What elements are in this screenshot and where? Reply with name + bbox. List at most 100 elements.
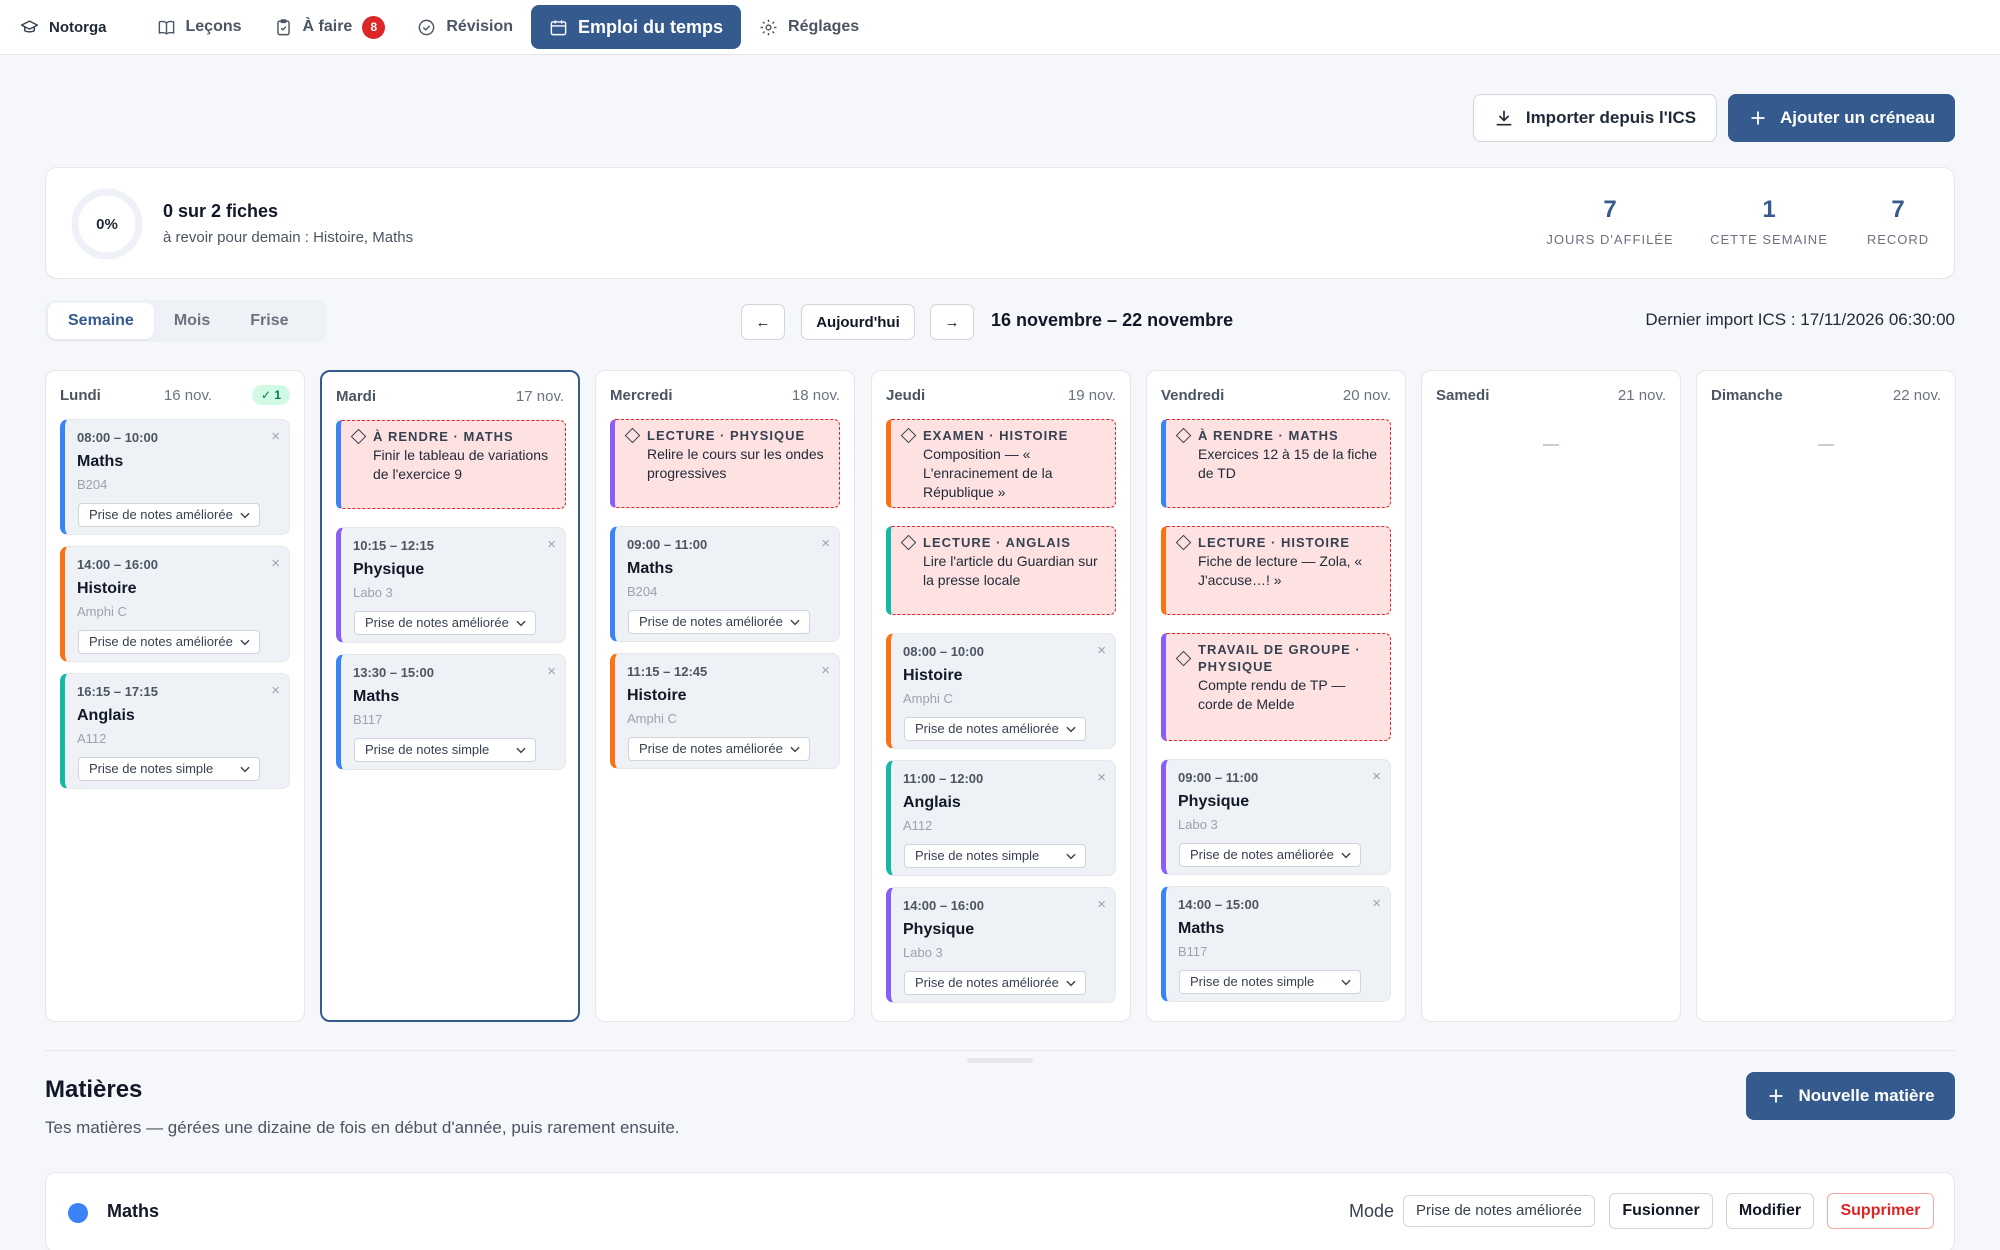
nav-reglages[interactable]: Réglages bbox=[745, 5, 873, 49]
edit-subject-button[interactable]: Modifier bbox=[1726, 1193, 1814, 1229]
slot-time: 09:00 – 11:00 bbox=[1178, 770, 1259, 785]
slot-mode-value: Prise de notes simple bbox=[1190, 974, 1315, 989]
close-icon[interactable]: × bbox=[1097, 642, 1106, 659]
task-description: Exercices 12 à 15 de la fiche de TD bbox=[1198, 446, 1377, 481]
timetable-slot[interactable]: 09:00 – 11:00 Maths B204 × Prise de notes am… bbox=[610, 526, 840, 642]
nav-emploi-du-temps[interactable]: Emploi du temps bbox=[531, 5, 742, 49]
day-column-jeudi: Jeudi 19 nov. EXAMEN · HISTOIRE Composition… bbox=[871, 370, 1131, 1022]
slot-room: A112 bbox=[77, 731, 107, 746]
timetable-slot[interactable]: 08:00 – 10:00 Histoire Amphi C × Prise de no… bbox=[886, 633, 1116, 749]
gear-icon bbox=[760, 19, 777, 35]
brand[interactable]: Notorga bbox=[18, 5, 121, 49]
slot-mode-select[interactable]: Prise de notes améliorée bbox=[628, 737, 810, 761]
nav-revision[interactable]: Révision bbox=[403, 5, 527, 49]
slot-mode-select[interactable]: Prise de notes améliorée bbox=[1179, 843, 1361, 867]
slot-mode-select[interactable]: Prise de notes améliorée bbox=[354, 611, 536, 635]
timetable-slot[interactable]: 08:00 – 10:00 Maths B204 × Prise de notes am… bbox=[60, 419, 290, 535]
due-task-card[interactable]: EXAMEN · HISTOIRE Composition — « L'enrac… bbox=[886, 419, 1116, 508]
timetable-slot[interactable]: 11:15 – 12:45 Histoire Amphi C × Prise de no… bbox=[610, 653, 840, 769]
chevron-down-icon bbox=[1066, 980, 1076, 987]
close-icon[interactable]: × bbox=[821, 662, 830, 679]
timetable-slot[interactable]: 16:15 – 17:15 Anglais A112 × Prise de notes … bbox=[60, 673, 290, 789]
resize-handle[interactable] bbox=[967, 1058, 1033, 1063]
day-column-mercredi: Mercredi 18 nov. LECTURE · PHYSIQUE Relire … bbox=[595, 370, 855, 1022]
prev-week-button[interactable]: ← bbox=[741, 304, 785, 340]
task-kind-label: À RENDRE · MATHS bbox=[373, 429, 514, 444]
close-icon[interactable]: × bbox=[1372, 768, 1381, 785]
day-header: Jeudi 19 nov. bbox=[886, 387, 1116, 404]
slot-mode-select[interactable]: Prise de notes simple bbox=[1179, 970, 1361, 994]
timetable-slot[interactable]: 14:00 – 16:00 Physique Labo 3 × Prise de not… bbox=[886, 887, 1116, 1003]
slot-subject: Maths bbox=[627, 560, 674, 577]
nav-a-faire-label: À faire bbox=[302, 18, 353, 35]
slot-time: 08:00 – 10:00 bbox=[903, 644, 984, 659]
slot-mode-select[interactable]: Prise de notes simple bbox=[354, 738, 536, 762]
delete-subject-button[interactable]: Supprimer bbox=[1827, 1193, 1934, 1229]
task-kind-label: EXAMEN · HISTOIRE bbox=[923, 428, 1069, 443]
day-column-samedi: Samedi 21 nov. — bbox=[1421, 370, 1681, 1022]
due-task-card[interactable]: TRAVAIL DE GROUPE · PHYSIQUE Compte rendu… bbox=[1161, 633, 1391, 741]
day-name: Vendredi bbox=[1161, 387, 1225, 404]
task-description: Lire l'article du Guardian sur la presse… bbox=[923, 553, 1098, 588]
timetable-slot[interactable]: 09:00 – 11:00 Physique Labo 3 × Prise de not… bbox=[1161, 759, 1391, 875]
slot-time: 10:15 – 12:15 bbox=[353, 538, 434, 553]
due-task-card[interactable]: À RENDRE · MATHS Exercices 12 à 15 de la … bbox=[1161, 419, 1391, 508]
timetable-slot[interactable]: 14:00 – 15:00 Maths B117 × Prise de notes si… bbox=[1161, 886, 1391, 1002]
new-subject-label: Nouvelle matière bbox=[1798, 1086, 1935, 1105]
due-task-card[interactable]: LECTURE · ANGLAIS Lire l'article du Guard… bbox=[886, 526, 1116, 615]
subject-mode-select[interactable]: Prise de notes améliorée bbox=[1403, 1195, 1595, 1227]
next-week-button[interactable]: → bbox=[930, 304, 974, 340]
stat-streak: 7 Jours d'affilée bbox=[1544, 196, 1676, 247]
add-slot-button[interactable]: Ajouter un créneau bbox=[1728, 94, 1955, 142]
nav-lecons-label: Leçons bbox=[185, 18, 242, 35]
due-task-card[interactable]: LECTURE · PHYSIQUE Relire le cours sur le… bbox=[610, 419, 840, 508]
slot-mode-select[interactable]: Prise de notes améliorée bbox=[904, 717, 1086, 741]
timetable-slot[interactable]: 13:30 – 15:00 Maths B117 × Prise de notes si… bbox=[336, 654, 566, 770]
merge-subject-button[interactable]: Fusionner bbox=[1609, 1193, 1713, 1229]
slot-mode-select[interactable]: Prise de notes simple bbox=[78, 757, 260, 781]
subjects-title: Matières bbox=[45, 1076, 143, 1103]
slot-mode-select[interactable]: Prise de notes améliorée bbox=[904, 971, 1086, 995]
slot-room: Amphi C bbox=[903, 691, 953, 706]
slot-mode-select[interactable]: Prise de notes améliorée bbox=[78, 630, 260, 654]
subject-mode-label: Mode bbox=[1349, 1201, 1395, 1221]
close-icon[interactable]: × bbox=[271, 682, 280, 699]
slot-subject: Anglais bbox=[77, 707, 135, 724]
timetable-slot[interactable]: 10:15 – 12:15 Physique Labo 3 × Prise de not… bbox=[336, 527, 566, 643]
due-task-card[interactable]: LECTURE · HISTOIRE Fiche de lecture — Zol… bbox=[1161, 526, 1391, 615]
timetable-slot[interactable]: 14:00 – 16:00 Histoire Amphi C × Prise de no… bbox=[60, 546, 290, 662]
slot-subject: Maths bbox=[1178, 920, 1225, 937]
close-icon[interactable]: × bbox=[1372, 895, 1381, 912]
due-task-card[interactable]: À RENDRE · MATHS Finir le tableau de vari… bbox=[336, 420, 566, 509]
close-icon[interactable]: × bbox=[547, 536, 556, 553]
slot-mode-select[interactable]: Prise de notes améliorée bbox=[628, 610, 810, 634]
import-ics-button[interactable]: Importer depuis l'ICS bbox=[1473, 94, 1717, 142]
view-timeline-tab[interactable]: Frise bbox=[230, 303, 308, 339]
slot-mode-select[interactable]: Prise de notes améliorée bbox=[78, 503, 260, 527]
day-date: 20 nov. bbox=[1342, 387, 1391, 404]
book-icon bbox=[158, 20, 174, 35]
slot-mode-value: Prise de notes améliorée bbox=[915, 975, 1059, 990]
task-description: Composition — « L'enracinement de la Rép… bbox=[923, 446, 1053, 500]
timetable-slot[interactable]: 11:00 – 12:00 Anglais A112 × Prise de notes … bbox=[886, 760, 1116, 876]
close-icon[interactable]: × bbox=[1097, 769, 1106, 786]
close-icon[interactable]: × bbox=[271, 428, 280, 445]
slot-subject: Histoire bbox=[627, 687, 687, 704]
slot-room: Amphi C bbox=[627, 711, 677, 726]
view-month-tab[interactable]: Mois bbox=[154, 303, 230, 339]
day-column-lundi: Lundi 16 nov. ✓ 1 08:00 – 10:00 Maths B204 × Pr… bbox=[45, 370, 305, 1022]
view-week-tab[interactable]: Semaine bbox=[48, 303, 154, 339]
slot-mode-value: Prise de notes améliorée bbox=[639, 614, 783, 629]
today-button[interactable]: Aujourd'hui bbox=[801, 304, 915, 340]
diamond-icon bbox=[1175, 427, 1192, 444]
close-icon[interactable]: × bbox=[821, 535, 830, 552]
close-icon[interactable]: × bbox=[1097, 896, 1106, 913]
day-header: Mardi 17 nov. bbox=[336, 388, 564, 405]
new-subject-button[interactable]: Nouvelle matière bbox=[1746, 1072, 1955, 1120]
slot-subject: Histoire bbox=[77, 580, 137, 597]
close-icon[interactable]: × bbox=[271, 555, 280, 572]
close-icon[interactable]: × bbox=[547, 663, 556, 680]
slot-mode-select[interactable]: Prise de notes simple bbox=[904, 844, 1086, 868]
nav-a-faire[interactable]: À faire 8 bbox=[260, 5, 400, 49]
nav-lecons[interactable]: Leçons bbox=[143, 5, 256, 49]
